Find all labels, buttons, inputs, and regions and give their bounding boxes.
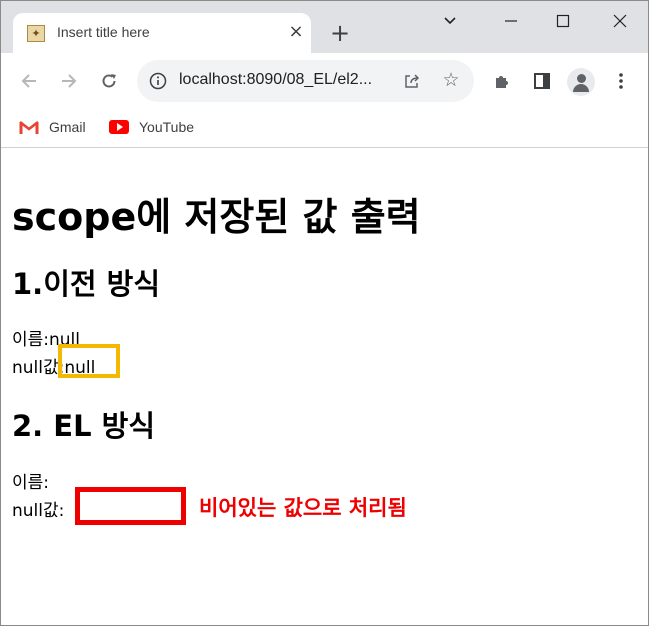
section2-name-line: 이름: — [12, 473, 50, 493]
url-text: localhost:8090/08_EL/el2... — [179, 71, 373, 88]
section1-null-label: null값 — [12, 358, 59, 378]
close-window-icon[interactable] — [605, 9, 635, 33]
profile-body — [573, 84, 589, 92]
extensions-puzzle-icon[interactable] — [488, 67, 516, 95]
maximize-icon[interactable] — [548, 9, 578, 33]
browser-window: ✦ Insert title here × + localhost:8090/0… — [0, 0, 649, 626]
yellow-highlight-box — [58, 344, 120, 378]
bookmarks-bar: Gmail YouTube — [1, 109, 648, 148]
more-menu-icon[interactable] — [607, 67, 635, 95]
bookmark-label: Gmail — [49, 119, 86, 135]
profile-avatar-icon[interactable] — [567, 68, 595, 96]
bookmark-youtube[interactable]: YouTube — [109, 115, 194, 139]
gmail-icon — [19, 120, 39, 134]
page-title: scope에 저장된 값 출력 — [12, 195, 421, 239]
youtube-icon — [109, 120, 129, 134]
bookmark-gmail[interactable]: Gmail — [19, 115, 86, 139]
browser-toolbar: localhost:8090/08_EL/el2... ☆ — [1, 53, 648, 109]
bookmark-label: YouTube — [139, 119, 195, 135]
section2-heading: 2. EL 방식 — [12, 409, 156, 443]
address-bar[interactable]: localhost:8090/08_EL/el2... ☆ — [137, 60, 474, 102]
site-info-icon[interactable] — [147, 70, 169, 92]
red-highlight-box — [75, 487, 186, 525]
minimize-icon[interactable] — [496, 9, 526, 33]
new-tab-button[interactable]: + — [327, 21, 353, 47]
share-icon[interactable] — [401, 70, 423, 92]
page-content: scope에 저장된 값 출력 1.이전 방식 이름:null null값:nu… — [1, 148, 648, 625]
forward-arrow-icon[interactable] — [55, 67, 83, 95]
tab-close-icon[interactable]: × — [285, 21, 307, 43]
tab-title: Insert title here — [57, 24, 150, 40]
tomcat-favicon-icon: ✦ — [27, 25, 45, 42]
tab-active[interactable]: ✦ Insert title here × — [13, 13, 311, 53]
reload-icon[interactable] — [95, 67, 123, 95]
bookmark-star-icon[interactable]: ☆ — [440, 69, 462, 91]
back-arrow-icon[interactable] — [15, 67, 43, 95]
side-panel-icon[interactable] — [528, 67, 556, 95]
section1-heading: 1.이전 방식 — [12, 267, 161, 301]
section2-null-line: null값: — [12, 501, 65, 521]
tab-strip: ✦ Insert title here × + — [1, 1, 648, 53]
tab-search-icon[interactable] — [435, 9, 465, 33]
profile-head — [577, 74, 586, 83]
empty-value-annotation: 비어있는 값으로 처리됨 — [199, 496, 407, 520]
